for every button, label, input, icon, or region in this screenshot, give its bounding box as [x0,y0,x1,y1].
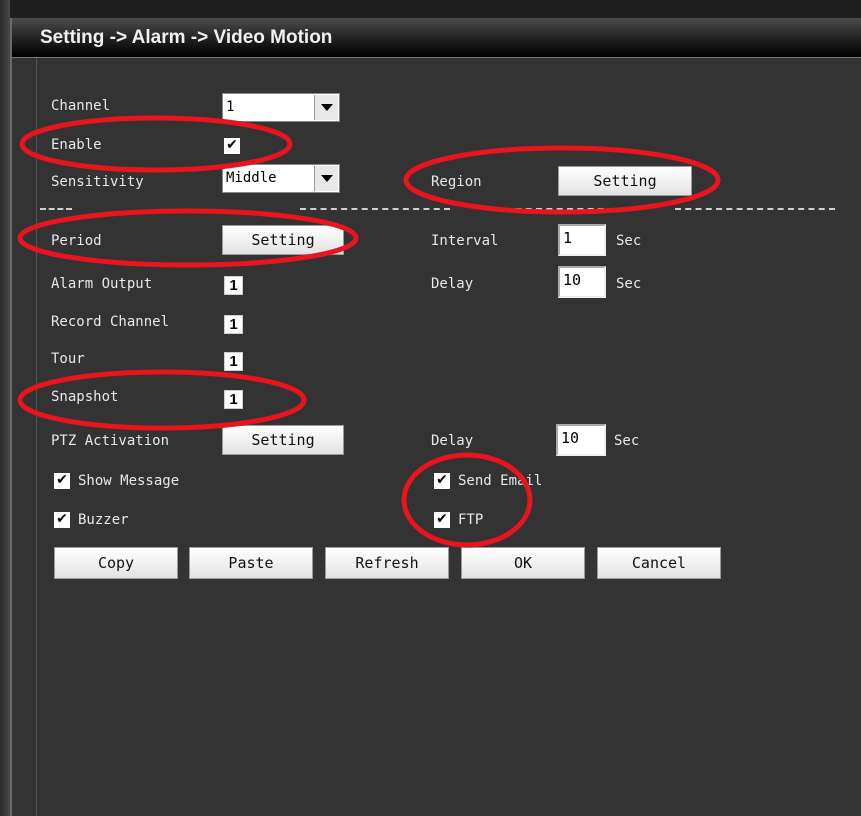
paste-button[interactable]: Paste [189,547,313,579]
send-email-label: Send Email [458,473,543,489]
alarm-output-label: Alarm Output [51,276,153,292]
record-channel-label: Record Channel [51,314,170,330]
region-label: Region [431,174,482,190]
delay-label: Delay [431,276,474,292]
snapshot-selector[interactable]: 1 [224,390,243,409]
page-title: Setting -> Alarm -> Video Motion [40,27,333,48]
delay-input[interactable]: 10 [558,266,606,298]
divider-segment [300,208,450,211]
show-message-checkbox[interactable]: ✔ [54,473,70,489]
inner-border [36,58,37,816]
interval-unit: Sec [616,233,642,249]
channel-value: 1 [226,99,235,115]
divider-segment [675,208,835,211]
tour-selector[interactable]: 1 [224,352,243,371]
show-message-label: Show Message [78,473,180,489]
cancel-button[interactable]: Cancel [597,547,721,579]
ptz-delay-label: Delay [431,433,474,449]
ptz-delay-unit: Sec [614,433,640,449]
copy-button[interactable]: Copy [54,547,178,579]
buzzer-checkbox[interactable]: ✔ [54,512,70,528]
region-setting-button[interactable]: Setting [558,166,692,196]
ptz-activation-label: PTZ Activation [51,433,170,449]
ptz-delay-input[interactable]: 10 [556,424,606,456]
refresh-button[interactable]: Refresh [325,547,449,579]
channel-select[interactable]: 1 [222,93,340,122]
delay-unit: Sec [616,276,642,292]
sensitivity-label: Sensitivity [51,174,144,190]
interval-input[interactable]: 1 [558,224,606,256]
period-setting-button[interactable]: Setting [222,225,344,255]
chevron-down-icon[interactable] [314,166,338,191]
enable-label: Enable [51,137,102,153]
divider-segment [505,208,635,211]
period-label: Period [51,233,102,249]
buzzer-label: Buzzer [78,512,129,528]
record-channel-selector[interactable]: 1 [224,315,243,334]
ok-button[interactable]: OK [461,547,585,579]
sensitivity-value: Middle [226,170,277,186]
enable-checkbox[interactable]: ✔ [224,138,240,154]
interval-label: Interval [431,233,499,249]
outer-window-top [0,0,861,20]
title-bar: Setting -> Alarm -> Video Motion [12,18,861,58]
chevron-down-icon[interactable] [314,95,338,120]
snapshot-label: Snapshot [51,389,119,405]
tour-label: Tour [51,351,85,367]
channel-label: Channel [51,98,111,114]
ptz-setting-button[interactable]: Setting [222,425,344,455]
ftp-checkbox[interactable]: ✔ [434,512,450,528]
ftp-label: FTP [458,512,484,528]
outer-window-edge [0,0,10,816]
sensitivity-select[interactable]: Middle [222,164,340,193]
divider-segment [40,208,72,211]
video-motion-dialog: Setting -> Alarm -> Video Motion [10,18,861,816]
alarm-output-selector[interactable]: 1 [224,276,243,295]
send-email-checkbox[interactable]: ✔ [434,473,450,489]
